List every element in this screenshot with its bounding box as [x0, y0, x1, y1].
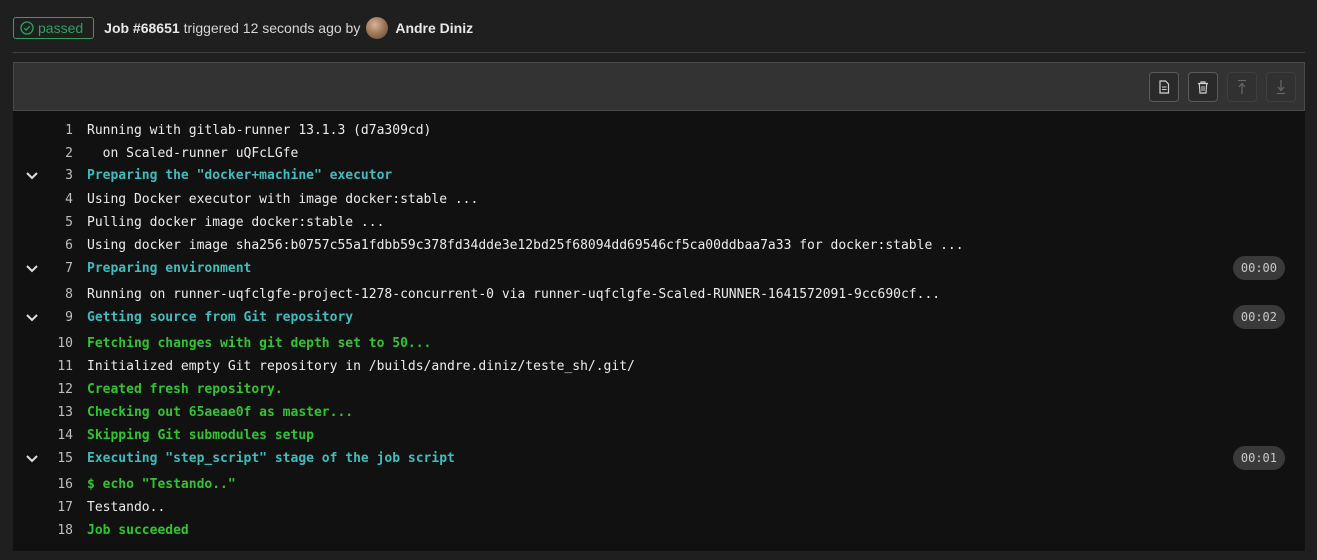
- log-line: 4 Using Docker executor with image docker…: [13, 189, 1305, 211]
- line-number[interactable]: 15: [43, 448, 73, 470]
- line-number[interactable]: 1: [43, 120, 73, 142]
- line-number[interactable]: 17: [43, 497, 73, 519]
- line-number[interactable]: 14: [43, 425, 73, 447]
- line-number[interactable]: 9: [43, 307, 73, 329]
- log-line: 8 Running on runner-uqfclgfe-project-1278…: [13, 284, 1305, 306]
- line-number[interactable]: 8: [43, 284, 73, 306]
- trigger-text: triggered 12 seconds ago by: [183, 20, 361, 36]
- file-icon: [1159, 80, 1170, 94]
- log-line-text: Running on runner-uqfclgfe-project-1278-…: [87, 287, 941, 302]
- log-line-text: Preparing the "docker+machine" executor: [87, 168, 393, 183]
- log-section-header[interactable]: 7 Preparing environment 00:00: [13, 256, 1305, 280]
- log-section-header[interactable]: 15 Executing "step_script" stage of the j…: [13, 446, 1305, 470]
- avatar[interactable]: [366, 17, 389, 39]
- chevron-down-icon[interactable]: [25, 312, 39, 324]
- chevron-down-icon[interactable]: [25, 170, 39, 182]
- check-circle-icon: [20, 21, 34, 35]
- log-section-header[interactable]: 9 Getting source from Git repository 00:02: [13, 305, 1305, 329]
- line-number[interactable]: 4: [43, 189, 73, 211]
- log-line: 14 Skipping Git submodules setup: [13, 425, 1305, 447]
- line-number[interactable]: 16: [43, 474, 73, 496]
- log-line: 18 Job succeeded: [13, 520, 1305, 542]
- line-number[interactable]: 5: [43, 212, 73, 234]
- log-line-text: Job succeeded: [87, 523, 189, 538]
- log-line: 11 Initialized empty Git repository in /b…: [13, 356, 1305, 378]
- log-line: 13 Checking out 65aeae0f as master...: [13, 402, 1305, 424]
- log-line-text: Initialized empty Git repository in /bui…: [87, 359, 635, 374]
- section-duration-badge: 00:00: [1232, 256, 1285, 280]
- log-line-text: $ echo "Testando..": [87, 477, 236, 492]
- scroll-down-icon: [1277, 80, 1285, 95]
- log-line-text: Executing "step_script" stage of the job…: [87, 451, 455, 466]
- log-line-text: Getting source from Git repository: [87, 310, 354, 325]
- log-line-text: Using Docker executor with image docker:…: [87, 192, 479, 207]
- line-number[interactable]: 3: [43, 165, 73, 187]
- user-link[interactable]: Andre Diniz: [395, 20, 473, 36]
- log-line: 6 Using docker image sha256:b0757c55a1fdb…: [13, 235, 1305, 257]
- log-line-text: on Scaled-runner uQFcLGfe: [87, 146, 299, 161]
- line-number[interactable]: 7: [43, 258, 73, 280]
- job-header: passed Job #68651 triggered 12 seconds a…: [13, 16, 473, 40]
- status-label: passed: [38, 20, 84, 36]
- line-number[interactable]: 2: [43, 143, 73, 165]
- log-line-text: Preparing environment: [87, 261, 252, 276]
- log-line-text: Checking out 65aeae0f as master...: [87, 405, 354, 420]
- line-number[interactable]: 12: [43, 379, 73, 401]
- log-line-text: Pulling docker image docker:stable ...: [87, 215, 385, 230]
- log-line: 2 on Scaled-runner uQFcLGfe: [13, 143, 1305, 165]
- erase-log-button[interactable]: [1188, 72, 1218, 102]
- log-line: 12 Created fresh repository.: [13, 379, 1305, 401]
- status-badge[interactable]: passed: [13, 17, 95, 39]
- log-section-header[interactable]: 3 Preparing the "docker+machine" executor: [13, 165, 1305, 187]
- log-line: 16 $ echo "Testando..": [13, 474, 1305, 496]
- log-line: 1 Running with gitlab-runner 13.1.3 (d7a3…: [13, 120, 1305, 142]
- scroll-bottom-button[interactable]: [1266, 72, 1296, 102]
- log-toolbar: [13, 62, 1305, 111]
- chevron-down-icon[interactable]: [25, 263, 39, 275]
- log-line: 5 Pulling docker image docker:stable ...: [13, 212, 1305, 234]
- line-number[interactable]: 13: [43, 402, 73, 424]
- log-line-text: Running with gitlab-runner 13.1.3 (d7a30…: [87, 123, 432, 138]
- log-line-text: Using docker image sha256:b0757c55a1fdbb…: [87, 238, 964, 253]
- log-line-text: Fetching changes with git depth set to 5…: [87, 336, 432, 351]
- line-number[interactable]: 18: [43, 520, 73, 542]
- line-number[interactable]: 10: [43, 333, 73, 355]
- section-duration-badge: 00:01: [1232, 446, 1285, 470]
- scroll-top-button[interactable]: [1227, 72, 1257, 102]
- log-line-text: Created fresh repository.: [87, 382, 283, 397]
- log-line-text: Testando..: [87, 500, 166, 515]
- scroll-up-icon: [1238, 79, 1246, 94]
- job-title: Job #68651: [104, 20, 180, 36]
- raw-log-button[interactable]: [1149, 72, 1179, 102]
- header-divider: [13, 52, 1305, 53]
- section-duration-badge: 00:02: [1232, 305, 1285, 329]
- log-line: 17 Testando..: [13, 497, 1305, 519]
- line-number[interactable]: 6: [43, 235, 73, 257]
- log-line-text: Skipping Git submodules setup: [87, 428, 314, 443]
- trash-icon: [1198, 81, 1208, 94]
- chevron-down-icon[interactable]: [25, 453, 39, 465]
- job-log: 1 Running with gitlab-runner 13.1.3 (d7a3…: [13, 111, 1305, 551]
- line-number[interactable]: 11: [43, 356, 73, 378]
- log-line: 10 Fetching changes with git depth set to…: [13, 333, 1305, 355]
